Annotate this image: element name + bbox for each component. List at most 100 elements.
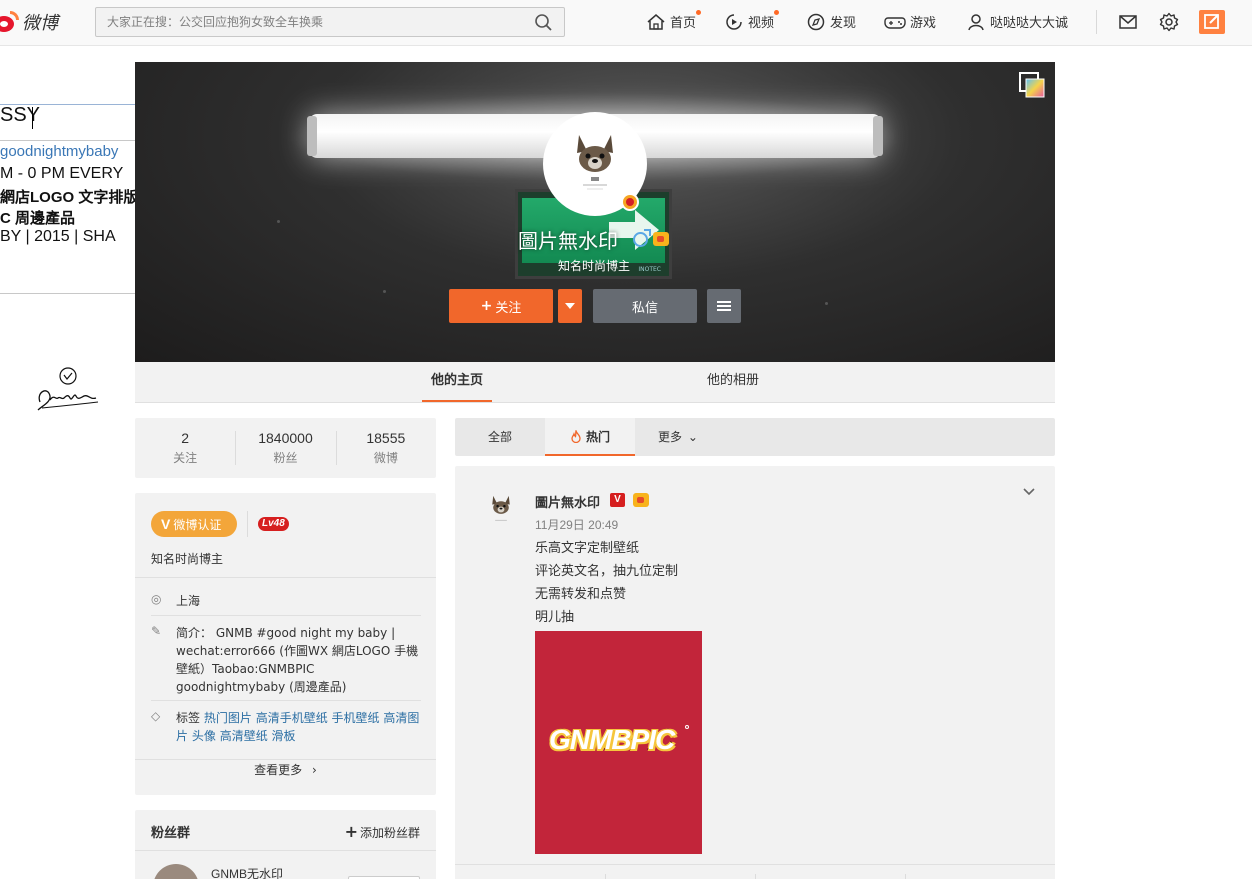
bio-text: 简介： GNMB #good night my baby | wechat:er… bbox=[176, 626, 419, 694]
weibo-logo[interactable]: 微博 bbox=[0, 8, 58, 36]
search-icon[interactable] bbox=[534, 13, 554, 31]
verification-badge[interactable]: V 微博认证 bbox=[151, 511, 237, 537]
verification-label: 微博认证 bbox=[173, 517, 222, 532]
stat-fans[interactable]: 1840000 粉丝 bbox=[235, 418, 335, 478]
chevron-down-icon: ⌄ bbox=[687, 430, 698, 444]
add-fans-group-button[interactable]: + 添加粉丝群 bbox=[345, 822, 420, 841]
stat-label: 关注 bbox=[173, 451, 198, 465]
plus-icon: + bbox=[344, 822, 358, 841]
bio-row: ✎ 简介： GNMB #good night my baby | wechat:… bbox=[151, 624, 421, 696]
menu-icon bbox=[717, 301, 731, 303]
bulldog-avatar-icon bbox=[492, 495, 510, 521]
tag-link[interactable]: 热门图片 bbox=[204, 711, 252, 725]
fans-group-avatar[interactable] bbox=[153, 864, 199, 879]
tag-link[interactable]: 头像 bbox=[192, 729, 216, 743]
tags-list: 标签 热门图片 高清手机壁纸 手机壁纸 高清图片 头像 高清壁纸 滑板 bbox=[176, 709, 421, 745]
wall-mark bbox=[277, 220, 280, 223]
compose-button[interactable] bbox=[1199, 10, 1225, 34]
feed-tab-hot[interactable]: 热门 bbox=[545, 418, 635, 456]
compose-icon bbox=[1204, 14, 1219, 29]
add-fans-group-label: 添加粉丝群 bbox=[359, 826, 420, 840]
feed-tab-more[interactable]: 更多 ⌄ bbox=[648, 418, 708, 456]
feed-tabs: 全部 热门 更多 ⌄ bbox=[455, 418, 1055, 456]
feed-post: 圖片無水印 V 11月29日 20:49 乐高文字定制壁纸 评论英文名，抽九位定… bbox=[455, 466, 1055, 879]
follow-button-label: 关注 bbox=[495, 300, 522, 316]
search-box bbox=[95, 7, 565, 37]
background-input-text: SSY bbox=[0, 104, 41, 126]
divider bbox=[755, 874, 756, 879]
feed-tab-more-label: 更多 bbox=[658, 430, 683, 444]
nav-game[interactable]: 游戏 bbox=[884, 12, 936, 31]
post-text-line: 乐高文字定制壁纸 bbox=[535, 541, 640, 556]
verification-description: 知名时尚博主 bbox=[151, 552, 224, 566]
nav-home[interactable]: 首页 bbox=[646, 10, 702, 31]
tube-end bbox=[307, 116, 317, 156]
nav-divider bbox=[1096, 10, 1097, 34]
divider bbox=[905, 874, 906, 879]
discover-icon bbox=[807, 13, 825, 30]
tab-album[interactable]: 他的相册 bbox=[698, 362, 768, 402]
flame-icon bbox=[571, 428, 581, 444]
tab-home[interactable]: 他的主页 bbox=[422, 362, 492, 402]
mail-icon[interactable] bbox=[1118, 12, 1138, 32]
skin-icon[interactable] bbox=[1019, 72, 1045, 98]
feed-tab-all[interactable]: 全部 bbox=[455, 418, 545, 456]
tag-link[interactable]: 高清壁纸 bbox=[220, 729, 268, 743]
follow-options-button[interactable] bbox=[558, 289, 582, 323]
tag-link[interactable]: 高清手机壁纸 bbox=[256, 711, 328, 725]
divider bbox=[135, 577, 436, 578]
menu-icon bbox=[717, 305, 731, 307]
divider bbox=[135, 850, 436, 851]
gear-icon[interactable] bbox=[1159, 12, 1179, 32]
verified-v-icon: V bbox=[610, 493, 625, 507]
message-button[interactable]: 私信 bbox=[593, 289, 697, 323]
tags-label: 标签 bbox=[176, 711, 201, 725]
post-text-line: 无需转发和点赞 bbox=[535, 587, 627, 602]
profile-description: 知名时尚博主 bbox=[558, 259, 631, 273]
stat-label: 微博 bbox=[373, 451, 398, 465]
nav-game-label: 游戏 bbox=[910, 16, 937, 31]
stat-label: 粉丝 bbox=[273, 451, 298, 465]
location-row: ◎ 上海 bbox=[151, 592, 421, 610]
location-icon: ◎ bbox=[151, 592, 162, 606]
wall-mark bbox=[825, 302, 828, 305]
stats-card: 2 关注 1840000 粉丝 18555 微博 bbox=[135, 418, 436, 478]
profile-info-card: V 微博认证 Lv48 知名时尚博主 ◎ 上海 ✎ 简介： GNMB #good… bbox=[135, 493, 436, 795]
game-icon bbox=[884, 16, 906, 29]
menu-icon bbox=[717, 309, 731, 311]
nav-home-label: 首页 bbox=[670, 16, 697, 31]
exit-sign-label: INOTEC bbox=[638, 266, 661, 273]
post-avatar[interactable] bbox=[484, 493, 518, 527]
stat-posts[interactable]: 18555 微博 bbox=[335, 418, 436, 478]
nav-discover-label: 发现 bbox=[830, 16, 857, 31]
post-action-bar bbox=[455, 864, 1055, 879]
search-input[interactable] bbox=[96, 8, 526, 36]
follow-button[interactable]: + 关注 bbox=[449, 289, 553, 323]
nav-video[interactable]: 视频 bbox=[724, 10, 780, 31]
divider bbox=[135, 759, 436, 760]
fans-group-title: 粉丝群 bbox=[151, 826, 191, 841]
chevron-down-icon[interactable] bbox=[1021, 484, 1037, 500]
chevron-right-icon: › bbox=[312, 763, 317, 777]
location-text: 上海 bbox=[176, 594, 201, 608]
background-line: 網店LOGO 文字排版 bbox=[0, 189, 135, 206]
tag-link[interactable]: 手机壁纸 bbox=[332, 711, 380, 725]
more-menu-button[interactable] bbox=[707, 289, 741, 323]
feed-tab-hot-label: 热门 bbox=[585, 430, 610, 444]
stat-value: 18555 bbox=[366, 430, 406, 446]
post-image[interactable]: GNMBPIC bbox=[535, 631, 702, 854]
tag-link[interactable]: 滑板 bbox=[272, 729, 296, 743]
post-timestamp[interactable]: 11月29日 20:49 bbox=[535, 516, 618, 533]
see-more-link[interactable]: 查看更多 › bbox=[135, 761, 436, 778]
fans-group-name[interactable]: GNMB无水印 bbox=[211, 865, 283, 879]
tags-row: ◇ 标签 热门图片 高清手机壁纸 手机壁纸 高清图片 头像 高清壁纸 滑板 bbox=[151, 709, 421, 745]
tube-end bbox=[873, 116, 883, 156]
nav-user-label: 哒哒哒大大诚 bbox=[990, 16, 1069, 31]
post-author[interactable]: 圖片無水印 bbox=[535, 492, 600, 511]
see-more-label: 查看更多 bbox=[254, 763, 303, 777]
nav-user[interactable]: 哒哒哒大大诚 bbox=[966, 12, 1068, 31]
stat-following[interactable]: 2 关注 bbox=[135, 418, 235, 478]
background-line: BY | 2015 | SHA bbox=[0, 228, 116, 245]
level-badge[interactable]: Lv48 bbox=[258, 517, 289, 531]
nav-discover[interactable]: 发现 bbox=[806, 12, 856, 31]
